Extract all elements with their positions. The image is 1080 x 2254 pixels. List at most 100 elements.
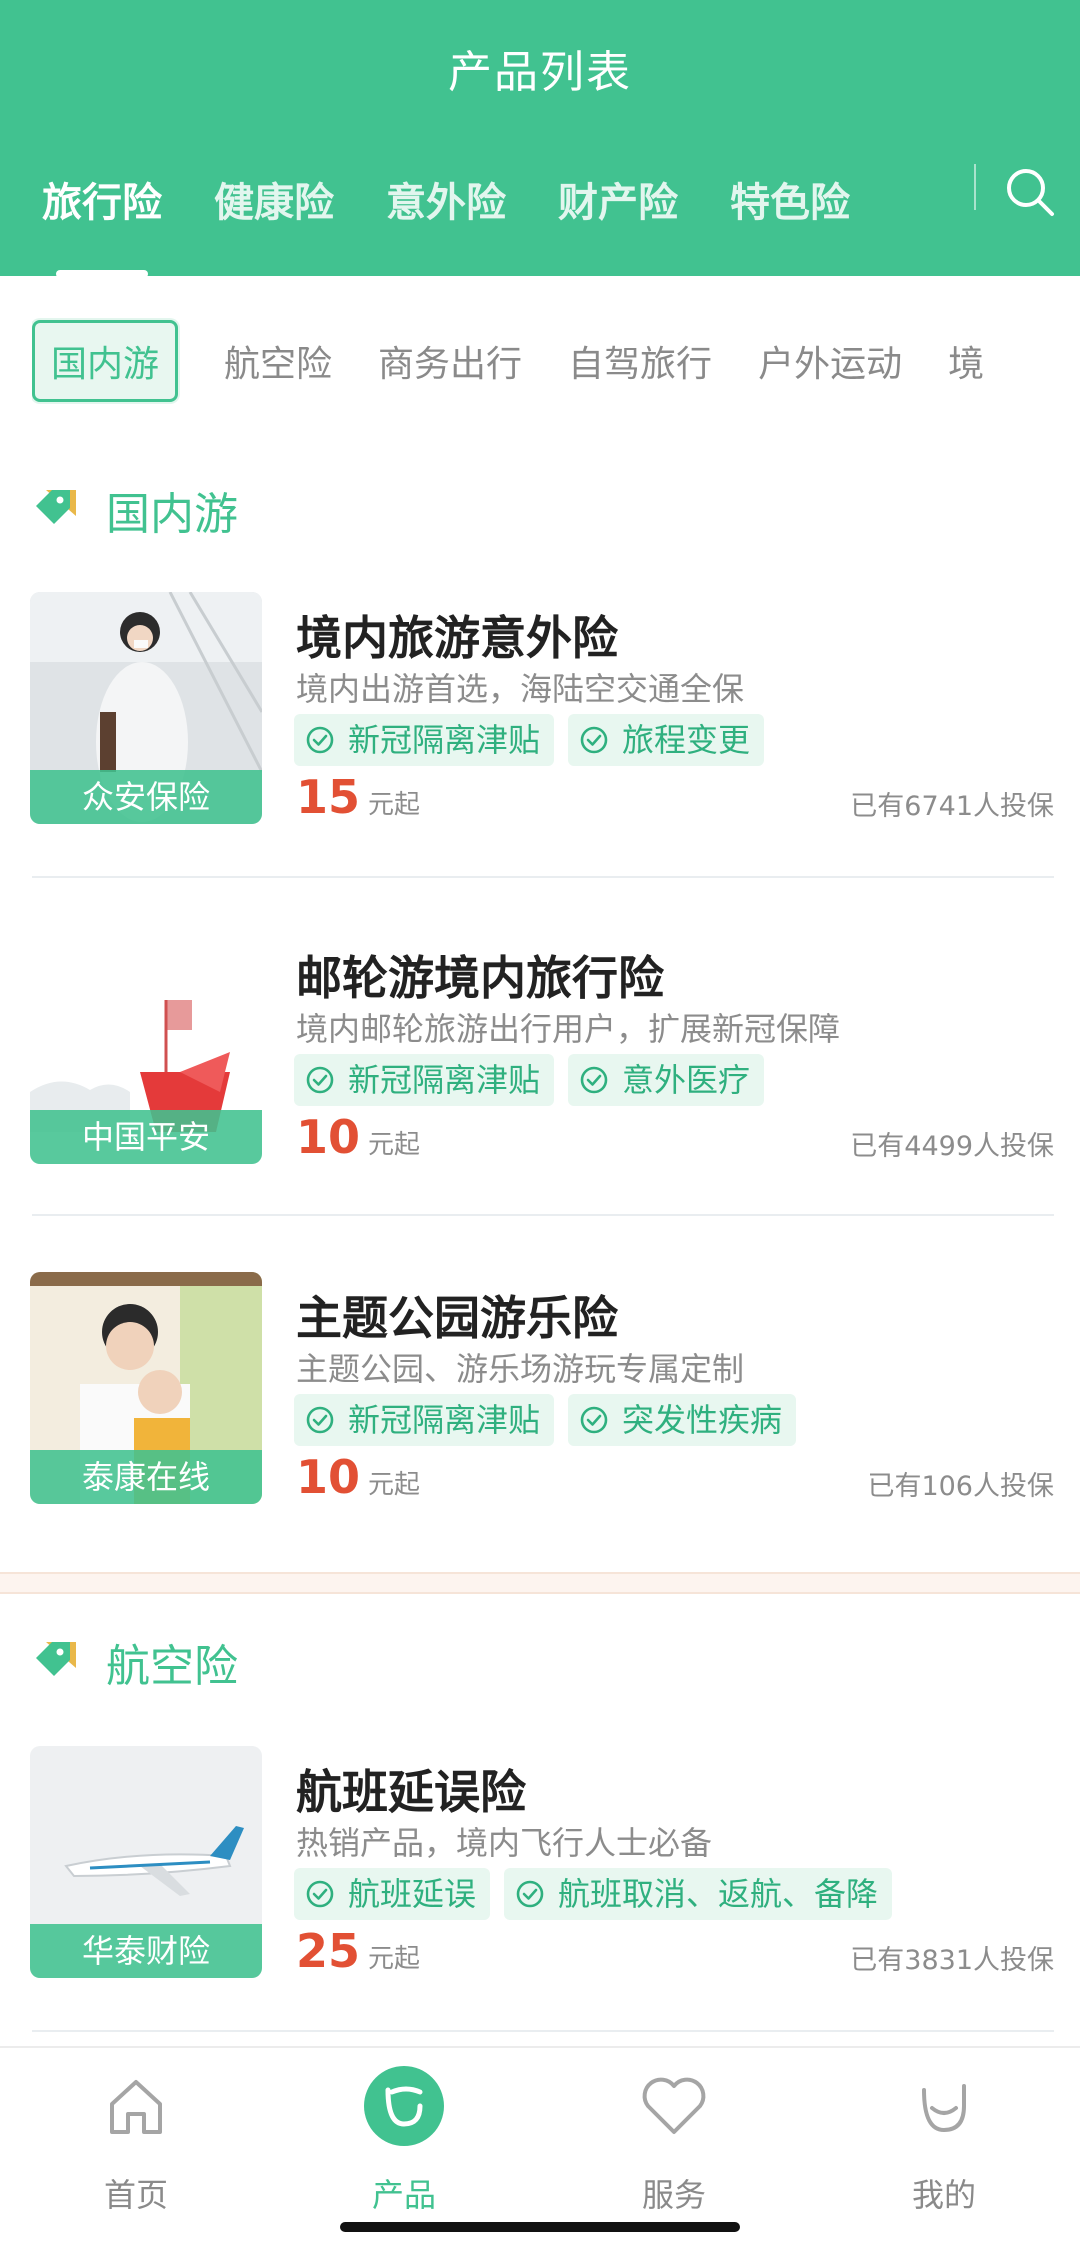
- product-image: 泰康在线: [30, 1272, 262, 1504]
- product-title: 航班延误险: [296, 1765, 526, 1819]
- tag-label: 意外医疗: [622, 1061, 751, 1099]
- section-title: 航空险: [106, 1641, 238, 1692]
- product-title: 境内旅游意外险: [296, 611, 618, 665]
- card-divider: [32, 1214, 1054, 1216]
- feature-tag: 新冠隔离津贴: [294, 1054, 555, 1106]
- smile-icon: [922, 2084, 966, 2133]
- subtab-domestic[interactable]: 国内游: [32, 320, 179, 402]
- subtab-overseas[interactable]: 境: [948, 335, 984, 387]
- nav-mine[interactable]: 我的: [844, 2064, 1044, 2216]
- subtab-business[interactable]: 商务出行: [378, 335, 522, 387]
- price-value: 10: [296, 1450, 361, 1504]
- feature-tag: 航班延误: [294, 1868, 491, 1920]
- product-card[interactable]: 众安保险 境内旅游意外险 境内出游首选，海陆空交通全保 新冠隔离津贴 旅程变更 …: [0, 592, 1080, 878]
- tag-label: 新冠隔离津贴: [348, 721, 541, 759]
- tab-property[interactable]: 财产险: [558, 170, 678, 228]
- tab-travel[interactable]: 旅行险: [42, 170, 162, 278]
- card-divider: [32, 2030, 1054, 2032]
- price-value: 10: [296, 1110, 361, 1164]
- insured-count: 已有4499人投保: [850, 1131, 1054, 1162]
- insured-count: 已有3831人投保: [850, 1945, 1054, 1976]
- tab-label: 旅行险: [42, 180, 162, 226]
- header-divider: [974, 164, 976, 210]
- subcategory-tabs: 国内游 航空险 商务出行 自驾旅行 户外运动 境: [32, 318, 1080, 404]
- heart-icon: [642, 2077, 706, 2134]
- nav-home[interactable]: 首页: [36, 2064, 236, 2216]
- smile-badge-icon: [364, 2066, 444, 2146]
- price-unit: 元起: [368, 1470, 421, 1500]
- feature-tag: 突发性疾病: [568, 1394, 797, 1446]
- check-circle-icon: [516, 1880, 544, 1908]
- active-tab-indicator: [56, 270, 148, 278]
- insurer-label: 众安保险: [30, 770, 262, 824]
- section-header-domestic: 国内游: [32, 478, 238, 542]
- tab-special[interactable]: 特色险: [730, 170, 850, 228]
- nav-products[interactable]: 产品: [304, 2064, 504, 2216]
- tab-label: 健康险: [214, 180, 334, 226]
- price-unit: 元起: [368, 1944, 421, 1974]
- check-circle-icon: [306, 1880, 334, 1908]
- tab-label: 财产险: [558, 180, 678, 226]
- home-indicator: [340, 2222, 740, 2232]
- nav-label: 我的: [911, 2176, 976, 2214]
- tag-label: 航班取消、返航、备降: [558, 1875, 879, 1913]
- tag-icon: [36, 1642, 76, 1676]
- insured-count: 已有106人投保: [867, 1471, 1054, 1502]
- product-tags: 新冠隔离津贴 旅程变更: [294, 714, 778, 766]
- search-icon[interactable]: [1004, 166, 1056, 218]
- tag-label: 新冠隔离津贴: [348, 1401, 541, 1439]
- product-price: 15 元起: [296, 770, 420, 824]
- product-price: 10 元起: [296, 1450, 420, 1504]
- tag-icon: [36, 490, 76, 524]
- product-desc: 热销产品，境内飞行人士必备: [296, 1824, 713, 1862]
- product-tags: 航班延误 航班取消、返航、备降: [294, 1868, 906, 1920]
- subtab-selfdrive[interactable]: 自驾旅行: [568, 335, 712, 387]
- section-separator: [0, 1572, 1080, 1594]
- insurer-label: 华泰财险: [30, 1924, 262, 1978]
- check-circle-icon: [580, 726, 608, 754]
- price-unit: 元起: [368, 1130, 421, 1160]
- tag-label: 航班延误: [348, 1875, 477, 1913]
- feature-tag: 新冠隔离津贴: [294, 1394, 555, 1446]
- product-price: 10 元起: [296, 1110, 420, 1164]
- check-circle-icon: [580, 1406, 608, 1434]
- product-title: 邮轮游境内旅行险: [296, 951, 664, 1005]
- section-header-aviation: 航空险: [32, 1630, 238, 1694]
- nav-label: 首页: [103, 2176, 168, 2214]
- tab-label: 特色险: [730, 180, 850, 226]
- check-circle-icon: [306, 1066, 334, 1094]
- tab-label: 意外险: [386, 180, 506, 226]
- subtab-aviation[interactable]: 航空险: [224, 335, 332, 387]
- price-value: 15: [296, 770, 361, 824]
- price-unit: 元起: [368, 790, 421, 820]
- product-tags: 新冠隔离津贴 意外医疗: [294, 1054, 778, 1106]
- tab-accident[interactable]: 意外险: [386, 170, 506, 228]
- section-title: 国内游: [106, 489, 238, 540]
- home-icon: [110, 2080, 162, 2134]
- product-desc: 境内邮轮旅游出行用户，扩展新冠保障: [296, 1010, 841, 1048]
- product-card[interactable]: 泰康在线 主题公园游乐险 主题公园、游乐场游玩专属定制 新冠隔离津贴 突发性疾病…: [0, 1272, 1080, 1558]
- check-circle-icon: [580, 1066, 608, 1094]
- product-image: 众安保险: [30, 592, 262, 824]
- feature-tag: 旅程变更: [568, 714, 765, 766]
- tag-label: 突发性疾病: [622, 1401, 783, 1439]
- product-price: 25 元起: [296, 1924, 420, 1978]
- top-header: 产品列表 旅行险 健康险 意外险 财产险 特色险: [0, 0, 1080, 278]
- tab-health[interactable]: 健康险: [214, 170, 334, 228]
- nav-service[interactable]: 服务: [574, 2064, 774, 2216]
- product-card[interactable]: 中国平安 邮轮游境内旅行险 境内邮轮旅游出行用户，扩展新冠保障 新冠隔离津贴 意…: [0, 932, 1080, 1218]
- product-tags: 新冠隔离津贴 突发性疾病: [294, 1394, 810, 1446]
- check-circle-icon: [306, 1406, 334, 1434]
- product-card[interactable]: 华泰财险 航班延误险 热销产品，境内飞行人士必备 航班延误 航班取消、返航、备降…: [0, 1746, 1080, 2032]
- feature-tag: 新冠隔离津贴: [294, 714, 555, 766]
- nav-label: 服务: [641, 2176, 706, 2214]
- category-tabs: 旅行险 健康险 意外险 财产险 特色险: [42, 170, 902, 278]
- product-image: 华泰财险: [30, 1746, 262, 1978]
- price-value: 25: [296, 1924, 361, 1978]
- product-desc: 境内出游首选，海陆空交通全保: [296, 670, 745, 708]
- tag-label: 旅程变更: [622, 721, 751, 759]
- product-title: 主题公园游乐险: [296, 1291, 618, 1345]
- feature-tag: 航班取消、返航、备降: [504, 1868, 893, 1920]
- insured-count: 已有6741人投保: [850, 791, 1054, 822]
- subtab-outdoor[interactable]: 户外运动: [758, 335, 902, 387]
